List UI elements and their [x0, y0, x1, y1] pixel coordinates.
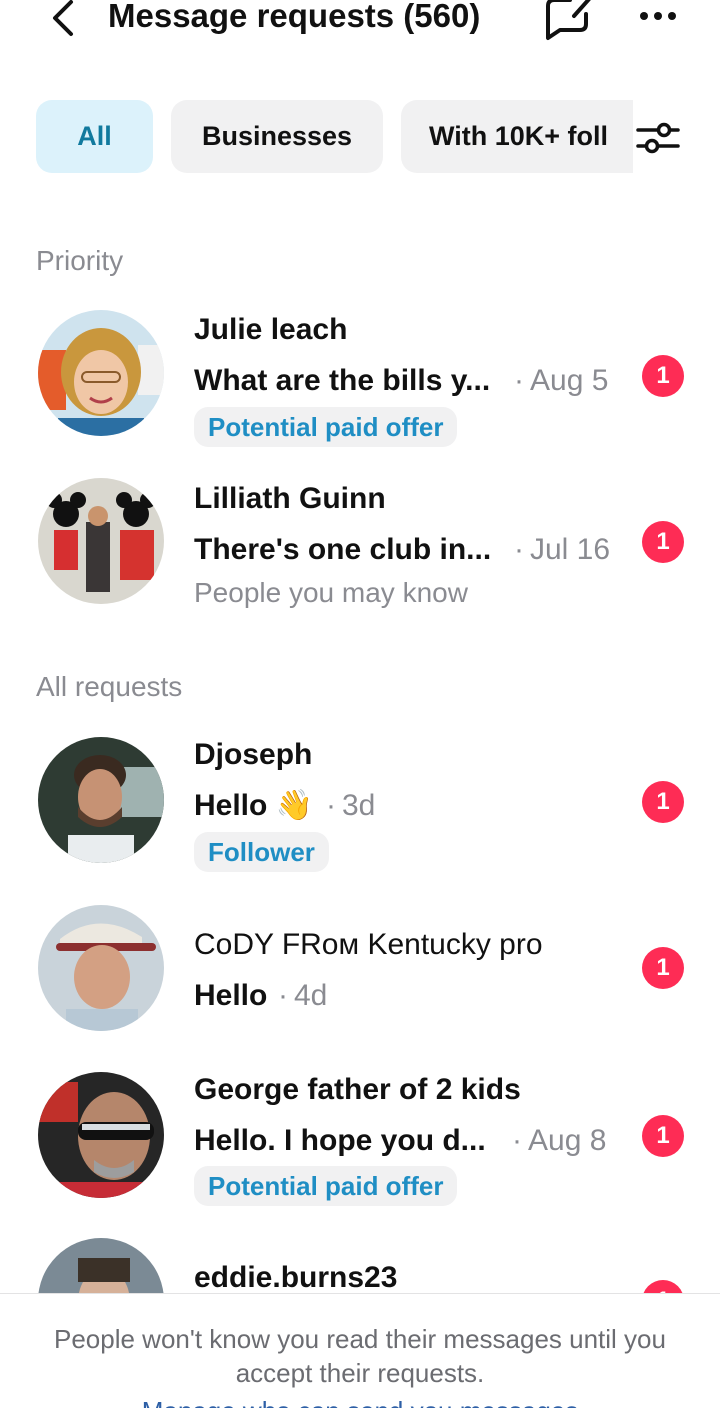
- avatar[interactable]: [38, 737, 164, 863]
- read-receipt-notice: People won't know you read their message…: [54, 1324, 666, 1388]
- separator-dot: ·: [514, 364, 524, 397]
- request-row[interactable]: CoDY FRoᴍ Kentucky pro Hello · 4d 1: [0, 905, 720, 1031]
- avatar[interactable]: [38, 310, 164, 436]
- separator-dot: ·: [514, 533, 524, 566]
- avatar-photo: [38, 478, 164, 604]
- more-options-button[interactable]: [632, 0, 684, 36]
- avatar[interactable]: [38, 1238, 164, 1298]
- back-button[interactable]: [44, 0, 80, 42]
- section-label-all-requests: All requests: [36, 671, 183, 702]
- request-name: Lilliath Guinn: [194, 482, 386, 515]
- message-time: · Jul 16: [514, 532, 610, 568]
- unread-count-badge: 1: [642, 1115, 684, 1157]
- message-time: · 3d: [326, 788, 375, 824]
- avatar-photo: [38, 1238, 164, 1298]
- dot: [668, 12, 676, 20]
- request-name: CoDY FRoᴍ Kentucky pro: [194, 928, 543, 961]
- request-row[interactable]: Julie leach What are the bills y... · Aug…: [0, 310, 720, 450]
- unread-count-badge: 1: [642, 947, 684, 989]
- chip-all[interactable]: All: [36, 100, 153, 173]
- avatar[interactable]: [38, 478, 164, 604]
- message-preview: Hello 👋: [194, 789, 314, 822]
- message-time-value: Aug 5: [530, 364, 609, 397]
- chip-businesses[interactable]: Businesses: [171, 100, 383, 173]
- message-time-value: Aug 8: [528, 1124, 607, 1157]
- message-preview: There's one club in...: [194, 533, 492, 566]
- filter-chips: All Businesses With 10K+ foll: [0, 100, 720, 174]
- request-row[interactable]: eddie.burns23 1: [0, 1238, 720, 1298]
- dot: [654, 12, 662, 20]
- unread-count-badge: 1: [642, 521, 684, 563]
- sliders-icon: [636, 122, 680, 154]
- avatar-photo: [38, 310, 164, 436]
- message-time-value: Jul 16: [530, 533, 611, 566]
- request-context: People you may know: [194, 577, 468, 608]
- request-row[interactable]: George father of 2 kids Hello. I hope yo…: [0, 1072, 720, 1212]
- section-label-priority: Priority: [36, 245, 124, 276]
- filter-settings-button[interactable]: [634, 118, 682, 158]
- request-name: Julie leach: [194, 313, 348, 346]
- message-time: · Aug 5: [514, 363, 608, 399]
- request-name: eddie.burns23: [194, 1261, 398, 1294]
- chevron-left-icon: [53, 0, 73, 36]
- chip-10k-followers[interactable]: With 10K+ foll: [401, 100, 633, 173]
- manage-messages-link[interactable]: Manage who can send you messages: [0, 1394, 720, 1408]
- message-preview: Hello. I hope you d...: [194, 1124, 486, 1157]
- avatar-photo: [38, 1072, 164, 1198]
- request-row[interactable]: Lilliath Guinn There's one club in... · J…: [0, 478, 720, 618]
- message-edit-icon: [546, 0, 591, 40]
- status-badge: Potential paid offer: [194, 407, 458, 447]
- avatar-photo: [38, 737, 164, 863]
- message-time: · 4d: [278, 978, 327, 1014]
- avatar[interactable]: [38, 1072, 164, 1198]
- header-bar: Message requests (560): [0, 0, 720, 50]
- more-horizontal-icon: [640, 12, 648, 20]
- message-preview: Hello: [194, 979, 268, 1012]
- avatar[interactable]: [38, 905, 164, 1031]
- message-time-value: 4d: [294, 979, 328, 1012]
- request-row[interactable]: Djoseph Hello 👋 · 3d Follower 1: [0, 737, 720, 877]
- footer-notice: People won't know you read their message…: [0, 1293, 720, 1408]
- separator-dot: ·: [326, 789, 336, 822]
- separator-dot: ·: [278, 979, 288, 1012]
- avatar-photo: [38, 905, 164, 1031]
- status-badge: Potential paid offer: [194, 1166, 458, 1206]
- status-badge: Follower: [194, 832, 329, 872]
- request-name: Djoseph: [194, 738, 313, 771]
- request-name: George father of 2 kids: [194, 1073, 521, 1106]
- message-time: · Aug 8: [512, 1123, 606, 1159]
- message-time-value: 3d: [342, 789, 376, 822]
- compose-message-button[interactable]: [540, 0, 598, 44]
- unread-count-badge: 1: [642, 355, 684, 397]
- separator-dot: ·: [512, 1124, 522, 1157]
- message-preview: What are the bills y...: [194, 364, 491, 397]
- page-title: Message requests (560): [108, 0, 481, 34]
- unread-count-badge: 1: [642, 781, 684, 823]
